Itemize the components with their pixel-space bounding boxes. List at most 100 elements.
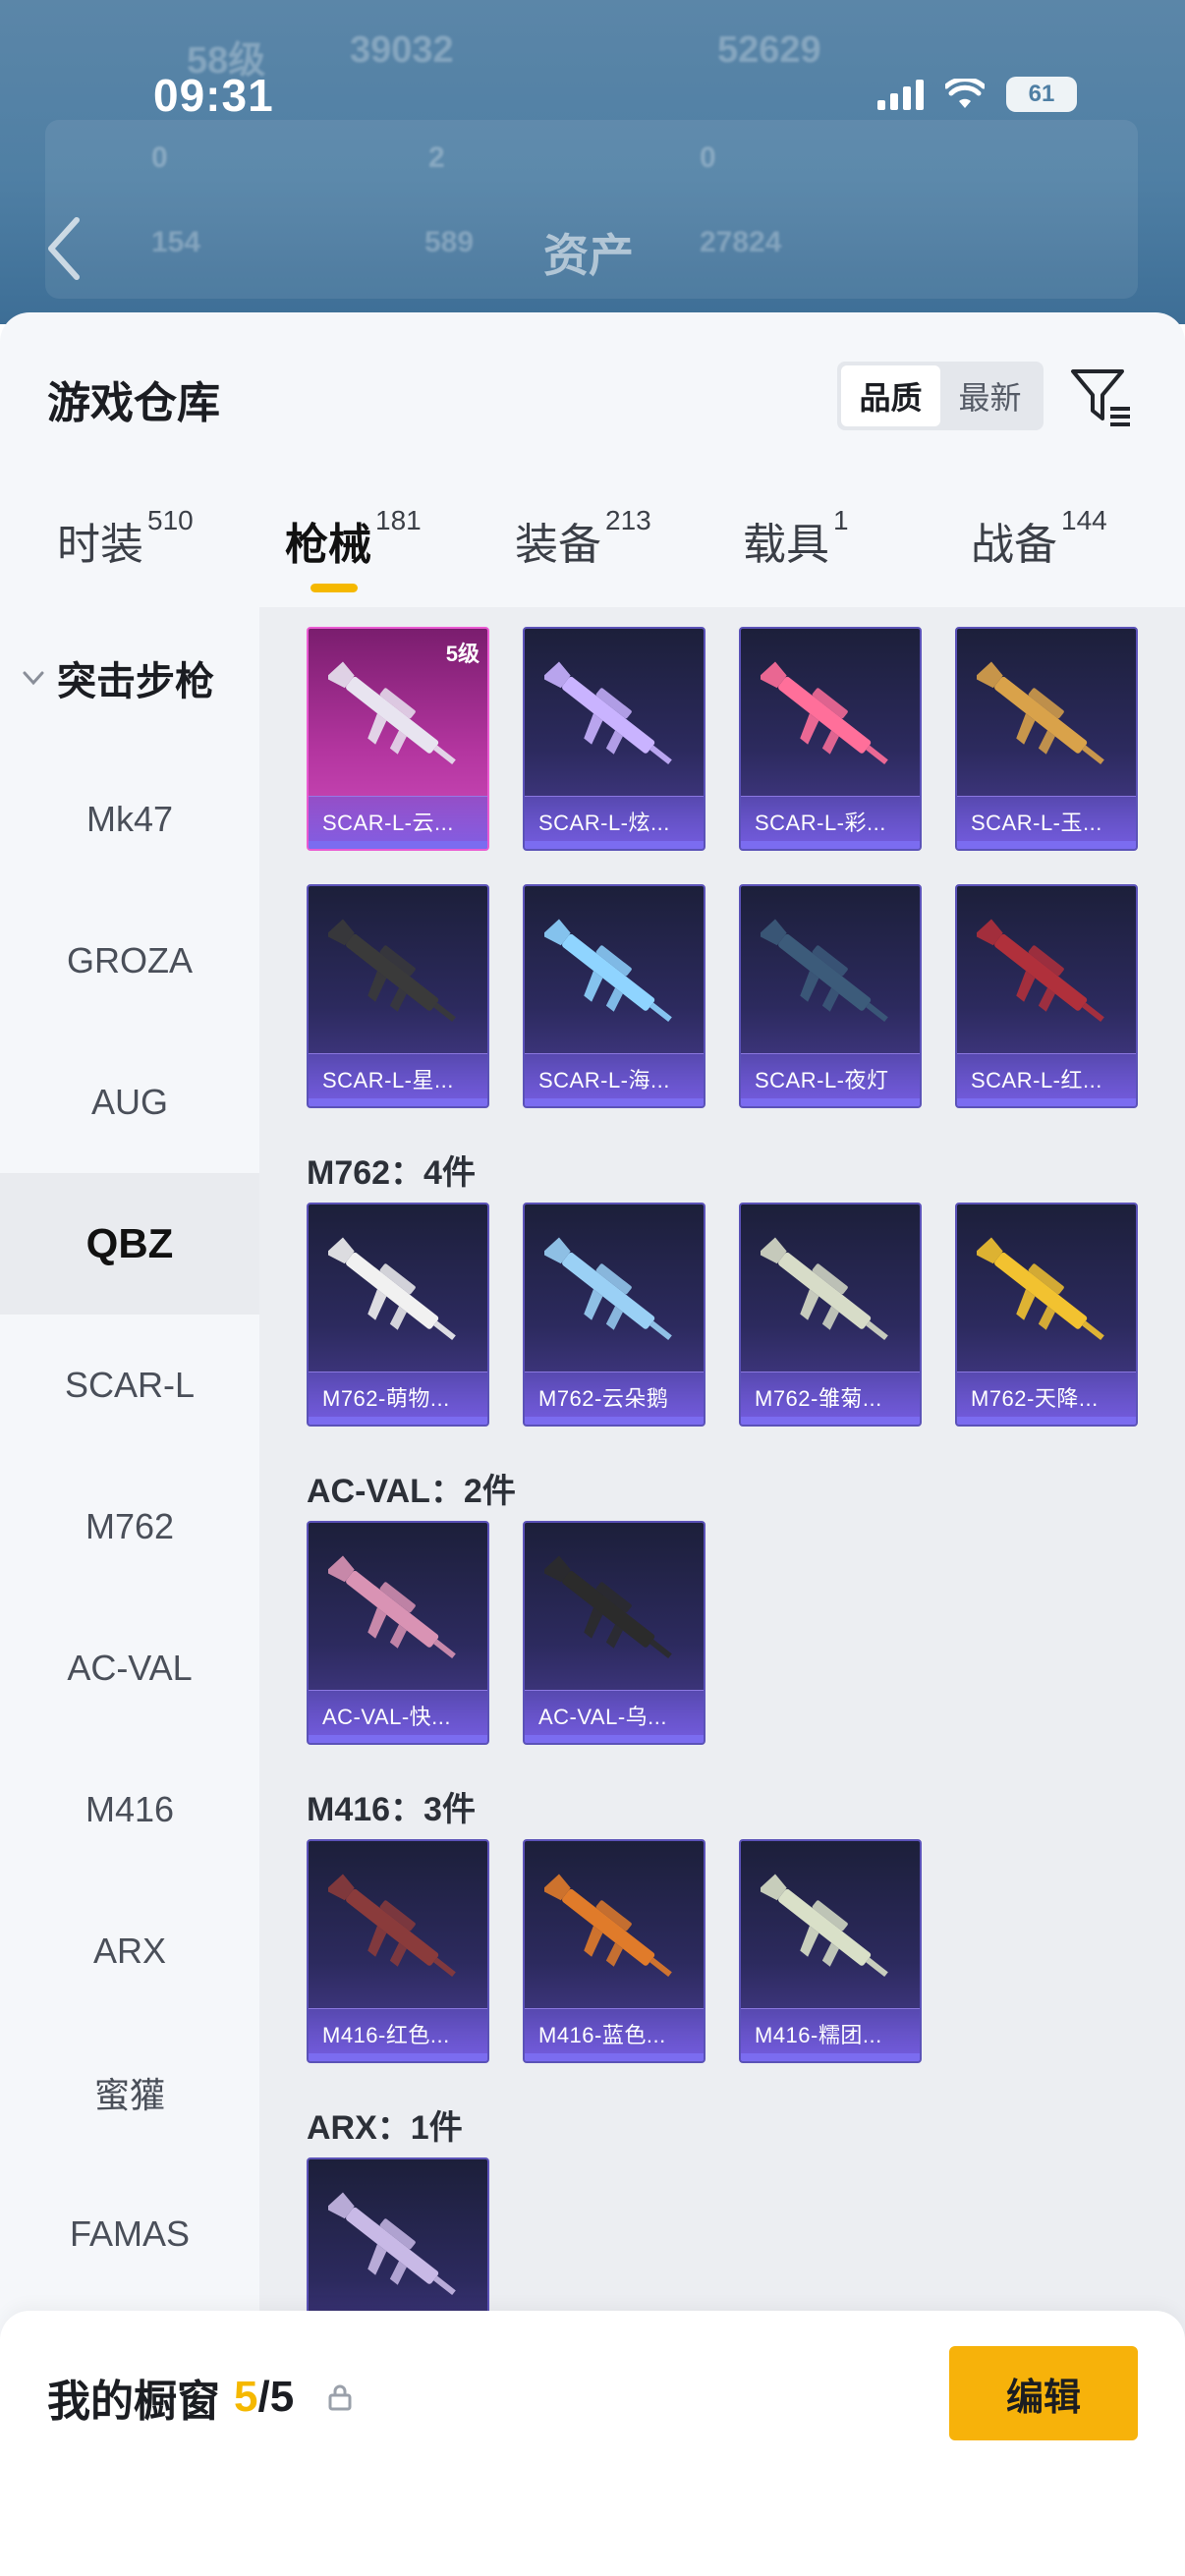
tab-label: 战备: [971, 521, 1057, 569]
sidebar-item-honey-badger[interactable]: 蜜獾: [0, 2022, 259, 2163]
section-title: ARX：1件: [307, 2109, 463, 2147]
sidebar-item-groza[interactable]: GROZA: [0, 890, 259, 1032]
ghost-stat: 0: [700, 141, 716, 174]
card-rarity-bar: [957, 841, 1136, 849]
weapon-grid: 5级 SCAR-L-云... SCAR-L-炫... SCAR-L-彩... SCAR-…: [259, 607, 1185, 2576]
card-rarity-bar: [525, 1098, 704, 1106]
weapon-card[interactable]: M762-云朵鹅: [523, 1203, 705, 1427]
card-rarity-bar: [309, 841, 487, 849]
filter-icon[interactable]: [1069, 364, 1134, 428]
weapon-card[interactable]: M416-蓝色...: [523, 1839, 705, 2063]
weapon-card[interactable]: SCAR-L-海...: [523, 884, 705, 1108]
card-rarity-bar: [741, 841, 920, 849]
tab-count: 1: [833, 505, 849, 535]
weapon-card[interactable]: M762-雏菊...: [739, 1203, 922, 1427]
sidebar-item-m762[interactable]: M762: [0, 1456, 259, 1597]
wifi-icon: [945, 79, 985, 108]
weapon-name: M762-萌物...: [322, 1386, 450, 1411]
signal-icon: [877, 79, 924, 110]
section-title: AC-VAL：2件: [307, 1473, 516, 1510]
sidebar-item-ac-val[interactable]: AC-VAL: [0, 1597, 259, 1739]
weapon-name: SCAR-L-玉...: [971, 811, 1102, 835]
page-title: 游戏仓库: [47, 379, 220, 427]
weapon-card[interactable]: 5级 SCAR-L-云...: [307, 627, 489, 851]
rifle-icon: [544, 661, 672, 765]
showcase-bar: 我的橱窗 5 / 5 编辑: [0, 2311, 1185, 2576]
section-title: M416：3件: [307, 1791, 476, 1828]
weapon-card[interactable]: M416-红色...: [307, 1839, 489, 2063]
weapon-card[interactable]: M416-糯团...: [739, 1839, 922, 2063]
rifle-icon: [761, 919, 888, 1023]
tab-label: 枪械: [285, 521, 371, 569]
sidebar-item-aug[interactable]: AUG: [0, 1032, 259, 1173]
weapon-name: M416-蓝色...: [538, 2023, 666, 2047]
tab-firearms[interactable]: 枪械 181: [285, 505, 422, 572]
showcase-label: 我的橱窗: [47, 2378, 220, 2426]
background-title: 资产: [543, 230, 634, 281]
ghost-stat: 589: [424, 226, 475, 258]
weapon-card[interactable]: SCAR-L-夜灯: [739, 884, 922, 1108]
weapon-card[interactable]: AC-VAL-快...: [307, 1521, 489, 1745]
rifle-icon: [328, 919, 456, 1023]
weapon-card[interactable]: AC-VAL-乌...: [523, 1521, 705, 1745]
tab-supplies[interactable]: 战备 144: [971, 505, 1107, 572]
showcase-count-total: 5: [269, 2373, 295, 2421]
weapon-name: M416-红色...: [322, 2023, 450, 2047]
card-rarity-bar: [525, 1417, 704, 1425]
background-header: 58级 39032 52629 0 2 0 154 589 27824 09:3…: [0, 0, 1185, 324]
ghost-stat: 27824: [700, 226, 782, 258]
weapon-name: SCAR-L-炫...: [538, 811, 670, 835]
tab-label: 载具: [743, 521, 829, 569]
rifle-icon: [328, 1555, 456, 1659]
tab-vehicles[interactable]: 载具 1: [743, 505, 849, 572]
card-rarity-bar: [309, 1735, 487, 1743]
card-rarity-bar: [741, 2053, 920, 2061]
ghost-stat: 2: [428, 141, 445, 174]
battery-icon: 61: [1006, 77, 1077, 112]
tab-equipment[interactable]: 装备 213: [515, 505, 651, 572]
weapon-card[interactable]: SCAR-L-玉...: [955, 627, 1138, 851]
weapon-card[interactable]: SCAR-L-炫...: [523, 627, 705, 851]
sidebar-item-arx[interactable]: ARX: [0, 1880, 259, 2022]
tab-count: 510: [147, 505, 194, 535]
sidebar-group-assault-rifles[interactable]: 突击步枪: [0, 607, 259, 749]
showcase-slash: /: [257, 2373, 270, 2421]
rifle-icon: [977, 919, 1104, 1023]
status-icons: 61: [877, 77, 1077, 112]
tab-label: 时装: [57, 521, 143, 569]
ghost-stat: 0: [151, 141, 168, 174]
ghost-stat: 154: [151, 226, 201, 258]
sidebar-item-famas[interactable]: FAMAS: [0, 2163, 259, 2305]
sidebar-item-mk47[interactable]: Mk47: [0, 749, 259, 890]
weapon-name: SCAR-L-海...: [538, 1068, 670, 1092]
card-rarity-bar: [309, 2053, 487, 2061]
weapon-card[interactable]: SCAR-L-彩...: [739, 627, 922, 851]
sort-latest-button[interactable]: 最新: [940, 365, 1040, 426]
weapon-name: M762-云朵鹅: [538, 1386, 669, 1411]
weapon-name: M762-天降...: [971, 1386, 1099, 1411]
ghost-score: 39032: [350, 29, 454, 71]
rifle-icon: [977, 661, 1104, 765]
rifle-icon: [328, 1874, 456, 1978]
weapon-card[interactable]: SCAR-L-红...: [955, 884, 1138, 1108]
sidebar-item-m416[interactable]: M416: [0, 1739, 259, 1880]
tab-fashion[interactable]: 时装 510: [57, 505, 194, 572]
sort-quality-button[interactable]: 品质: [841, 365, 940, 426]
weapon-name: AC-VAL-快...: [322, 1705, 452, 1729]
weapon-card[interactable]: M762-萌物...: [307, 1203, 489, 1427]
tab-label: 装备: [515, 521, 601, 569]
sidebar-item-scar-l[interactable]: SCAR-L: [0, 1315, 259, 1456]
weapon-card[interactable]: M762-天降...: [955, 1203, 1138, 1427]
back-arrow-icon[interactable]: [43, 214, 83, 283]
ghost-points: 52629: [717, 29, 821, 71]
weapon-card[interactable]: SCAR-L-星...: [307, 884, 489, 1108]
weapon-sidebar: 突击步枪 Mk47 GROZA AUG QBZ SCAR-L M762 AC-V…: [0, 607, 259, 2576]
edit-button[interactable]: 编辑: [949, 2346, 1138, 2440]
active-tab-indicator: [310, 584, 358, 592]
rifle-icon: [977, 1237, 1104, 1341]
lock-icon: [328, 2384, 352, 2411]
sidebar-item-qbz[interactable]: QBZ: [0, 1173, 259, 1315]
sidebar-group-label: 突击步枪: [57, 660, 214, 703]
section-title: M762：4件: [307, 1154, 476, 1192]
weapon-name: M762-雏菊...: [755, 1386, 882, 1411]
